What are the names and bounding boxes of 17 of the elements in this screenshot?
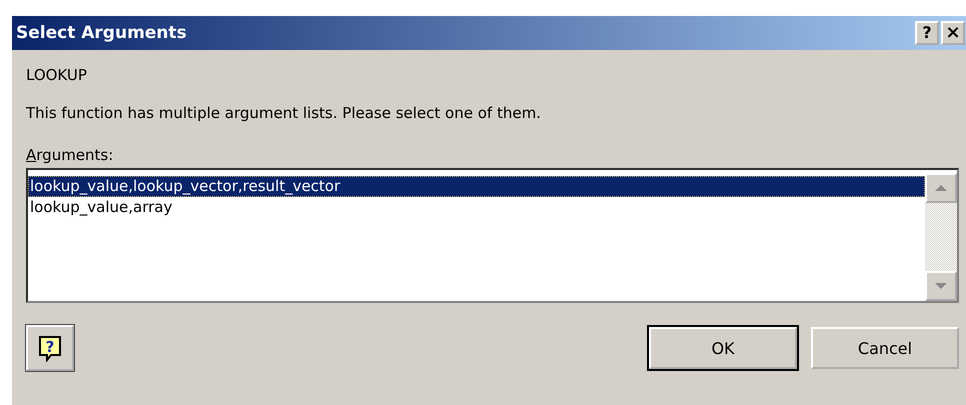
scroll-up-button[interactable] — [925, 173, 957, 203]
description-text: This function has multiple argument lists. Please select one of them. — [26, 104, 542, 124]
function-name: LOOKUP — [26, 66, 88, 86]
list-label: Arguments: — [26, 146, 114, 166]
help-button[interactable]: ? — [915, 21, 939, 45]
down-arrow-icon — [934, 282, 948, 290]
dialog-button[interactable]: Cancel — [811, 327, 959, 369]
scrollbar[interactable] — [925, 170, 957, 301]
help-icon: ? — [37, 334, 63, 362]
list-item[interactable]: lookup_value,array — [28, 197, 925, 218]
window-title: Select Arguments — [16, 23, 188, 43]
dialog-button[interactable]: OK — [649, 327, 797, 369]
close-button[interactable]: × — [941, 21, 965, 45]
help-button[interactable]: ? — [26, 325, 74, 371]
scroll-down-button[interactable] — [925, 271, 957, 301]
list-item[interactable]: lookup_value,lookup_vector,result_vector — [28, 176, 925, 197]
up-arrow-icon — [934, 184, 948, 192]
